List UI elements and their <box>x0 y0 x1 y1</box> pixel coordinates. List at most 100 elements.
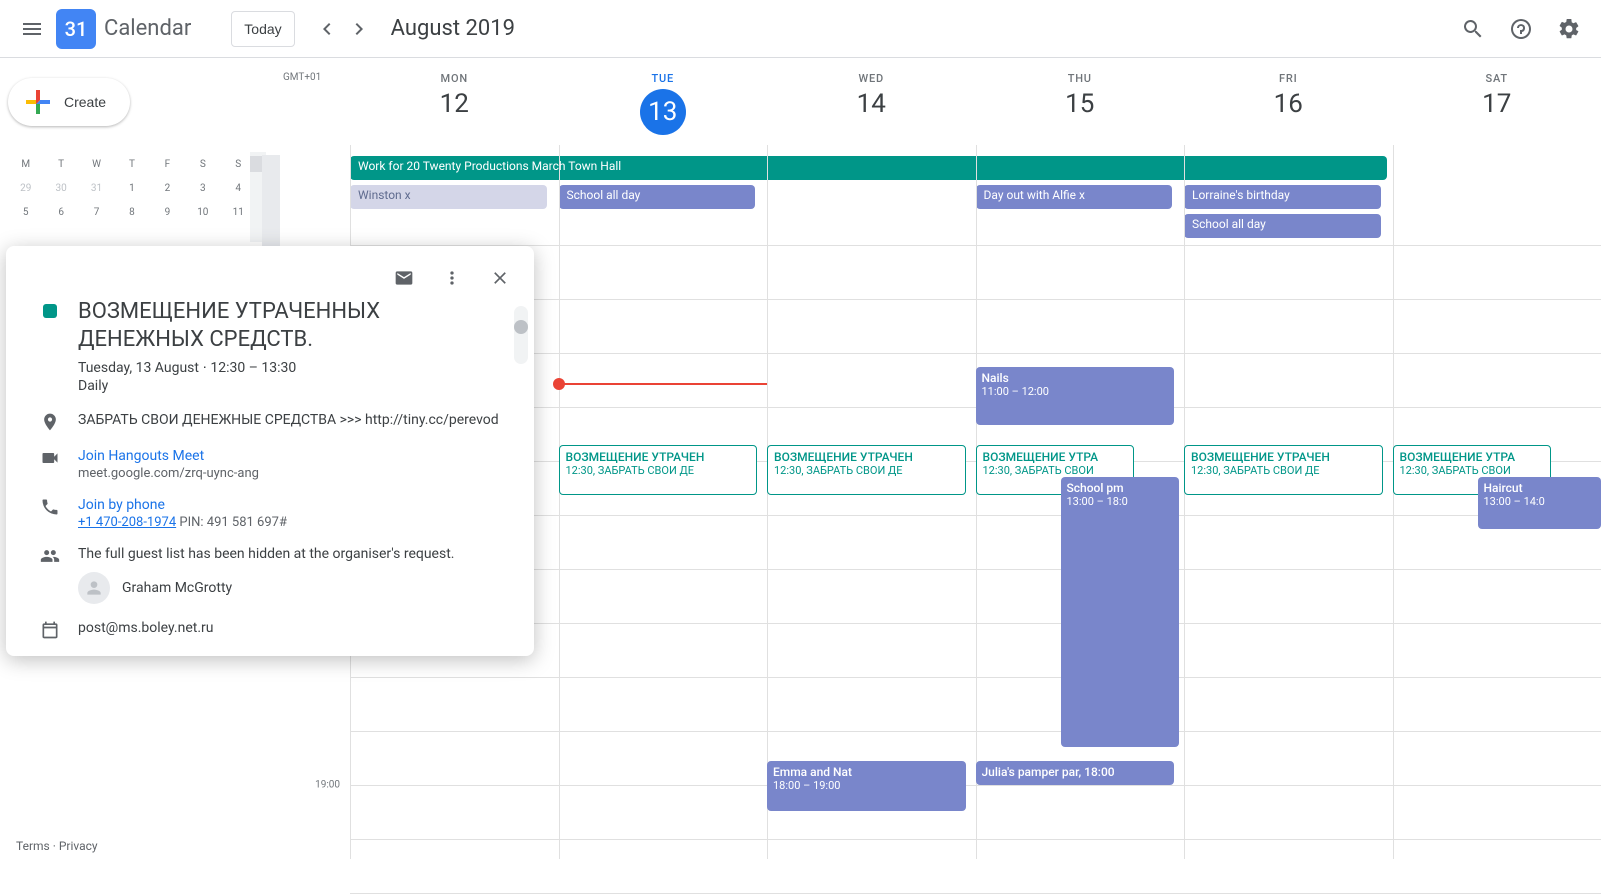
event-datetime: Tuesday, 13 August ⋅ 12:30 – 13:30 <box>78 360 518 376</box>
mini-cal-header: W <box>85 159 109 170</box>
mini-calendar[interactable]: MTWTFSS 2930311234567891011 <box>8 152 256 224</box>
guest-avatar <box>78 572 110 604</box>
organizer-email: post@ms.boley.net.ru <box>78 620 213 640</box>
phone-icon <box>40 497 60 517</box>
day-name: TUE <box>559 72 768 85</box>
app-title: Calendar <box>104 16 191 41</box>
mini-cal-header: S <box>226 159 250 170</box>
calendar-event[interactable]: Haircut13:00 – 14:0 <box>1478 477 1601 529</box>
calendar-event[interactable]: Emma and Nat18:00 – 19:00 <box>767 761 966 811</box>
guests-hidden-note: The full guest list has been hidden at t… <box>78 546 454 562</box>
day-column-header[interactable]: THU 15 <box>976 58 1185 148</box>
mini-cal-day[interactable]: 8 <box>120 207 144 218</box>
event-title: ВОЗМЕЩЕНИЕ УТРАЧЕН <box>774 450 959 464</box>
event-time: 12:30, ЗАБРАТЬ СВОИ ДЕ <box>1191 464 1376 477</box>
mini-cal-day[interactable]: 30 <box>49 183 73 194</box>
calendar-event[interactable]: School pm13:00 – 18:0 <box>1061 477 1180 747</box>
event-time: 11:00 – 12:00 <box>982 385 1169 398</box>
calendar-event[interactable]: ВОЗМЕЩЕНИЕ УТРАЧЕН12:30, ЗАБРАТЬ СВОИ ДЕ <box>559 445 758 495</box>
event-title: ВОЗМЕЩЕНИЕ УТРАЧЕН <box>1191 450 1376 464</box>
more-options-button[interactable] <box>434 260 470 296</box>
calendar-event[interactable]: Nails11:00 – 12:00 <box>976 367 1175 425</box>
phone-line: +1 470-208-1974 PIN: 491 581 697# <box>78 515 287 530</box>
day-number: 15 <box>976 89 1185 119</box>
day-column-header[interactable]: SAT17 <box>1393 58 1601 148</box>
mini-cal-day[interactable]: 2 <box>155 183 179 194</box>
day-number: 14 <box>767 89 976 119</box>
mini-cal-header: S <box>191 159 215 170</box>
more-vert-icon <box>442 268 462 288</box>
event-title: Julia's pamper par, 18:00 <box>982 765 1169 779</box>
day-column-header[interactable]: WED 14 <box>767 58 976 148</box>
event-title: ВОЗМЕЩЕНИЕ УТРА <box>983 450 1128 464</box>
day-number: 17 <box>1393 89 1601 119</box>
search-icon <box>1461 17 1485 41</box>
person-icon <box>84 578 104 598</box>
phone-number[interactable]: +1 470-208-1974 <box>78 515 176 530</box>
event-color-swatch <box>43 304 57 318</box>
allday-event[interactable]: Winston x <box>350 185 547 209</box>
help-button[interactable] <box>1501 9 1541 49</box>
location-icon <box>40 412 60 432</box>
day-number: 12 <box>350 89 559 119</box>
day-headers: MON12TUE 13 WED 14THU 15FRI16SAT17 <box>280 58 1601 148</box>
gutter-divider <box>262 155 280 250</box>
mini-cal-day[interactable]: 3 <box>191 183 215 194</box>
now-indicator-dot <box>553 378 565 390</box>
allday-event[interactable]: Lorraine's birthday <box>1184 185 1381 209</box>
mini-cal-day[interactable]: 9 <box>155 207 179 218</box>
mini-cal-header: T <box>49 159 73 170</box>
mini-cal-day[interactable]: 1 <box>120 183 144 194</box>
day-name: WED <box>767 72 976 85</box>
footer-links[interactable]: Terms · Privacy <box>16 839 98 853</box>
day-column-header[interactable]: MON12 <box>350 58 559 148</box>
close-icon <box>490 268 510 288</box>
next-week-button[interactable] <box>343 13 375 45</box>
settings-button[interactable] <box>1549 9 1589 49</box>
now-indicator <box>559 383 768 385</box>
mini-cal-day[interactable]: 4 <box>226 183 250 194</box>
mini-cal-day[interactable]: 31 <box>85 183 109 194</box>
join-meet-link[interactable]: Join Hangouts Meet <box>78 448 259 464</box>
calendar-event[interactable]: ВОЗМЕЩЕНИЕ УТРАЧЕН12:30, ЗАБРАТЬ СВОИ ДЕ <box>767 445 966 495</box>
allday-event[interactable]: School all day <box>559 185 756 209</box>
calendar-event[interactable]: ВОЗМЕЩЕНИЕ УТРАЧЕН12:30, ЗАБРАТЬ СВОИ ДЕ <box>1184 445 1383 495</box>
allday-event[interactable]: Work for 20 Twenty Productions March Tow… <box>350 156 1387 180</box>
event-time: 12:30, ЗАБРАТЬ СВОИ ДЕ <box>566 464 751 477</box>
close-popup-button[interactable] <box>482 260 518 296</box>
day-number: 13 <box>640 89 686 135</box>
event-details-popup: ВОЗМЕЩЕНИЕ УТРАЧЕННЫХ ДЕНЕЖНЫХ СРЕДСТВ. … <box>6 246 534 656</box>
allday-event[interactable]: School all day <box>1184 214 1381 238</box>
mini-cal-header: F <box>155 159 179 170</box>
event-time: 13:00 – 14:0 <box>1484 495 1596 508</box>
mini-cal-day[interactable]: 6 <box>49 207 73 218</box>
event-time: 12:30, ЗАБРАТЬ СВОИ <box>983 464 1128 477</box>
create-button[interactable]: Create <box>8 78 130 126</box>
day-column-header[interactable]: FRI16 <box>1184 58 1393 148</box>
main-menu-button[interactable] <box>8 5 56 53</box>
guest-name: Graham McGrotty <box>122 580 232 596</box>
day-column-header[interactable]: TUE 13 <box>559 58 768 148</box>
phone-pin: PIN: 491 581 697# <box>176 515 287 530</box>
email-guests-button[interactable] <box>386 260 422 296</box>
event-location: ЗАБРАТЬ СВОИ ДЕНЕЖНЫЕ СРЕДСТВА >>> http:… <box>78 412 499 432</box>
app-logo: 31 <box>56 9 96 49</box>
mini-cal-day[interactable]: 29 <box>14 183 38 194</box>
mini-cal-day[interactable]: 5 <box>14 207 38 218</box>
today-button[interactable]: Today <box>231 11 294 47</box>
allday-event[interactable]: Day out with Alfie x <box>976 185 1173 209</box>
join-phone-link[interactable]: Join by phone <box>78 497 287 513</box>
hamburger-icon <box>20 17 44 41</box>
prev-week-button[interactable] <box>311 13 343 45</box>
event-title: Nails <box>982 371 1169 385</box>
create-label: Create <box>64 94 106 110</box>
search-button[interactable] <box>1453 9 1493 49</box>
calendar-event[interactable]: Julia's pamper par, 18:00 <box>976 761 1175 785</box>
header: 31 Calendar Today August 2019 <box>0 0 1601 58</box>
mini-cal-day[interactable]: 7 <box>85 207 109 218</box>
mini-cal-day[interactable]: 11 <box>226 207 250 218</box>
day-name: THU <box>976 72 1185 85</box>
popup-scrollbar[interactable] <box>514 306 528 364</box>
mini-cal-day[interactable]: 10 <box>191 207 215 218</box>
event-time: 18:00 – 19:00 <box>773 779 960 792</box>
